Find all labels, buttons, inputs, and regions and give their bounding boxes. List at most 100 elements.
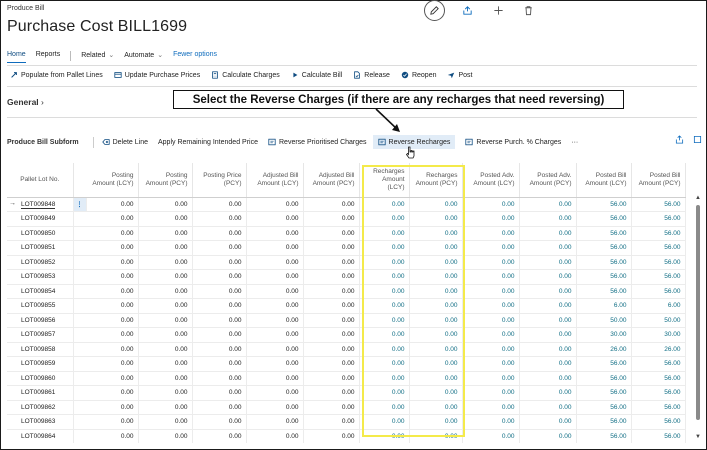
table-cell[interactable]: 0.00 [138, 313, 193, 328]
table-cell[interactable]: 0.00 [246, 371, 304, 386]
table-row[interactable]: LOT009857 0.00 0.00 0.00 0.00 0.00 0.00 0.00 0.0… [7, 327, 686, 343]
table-cell[interactable]: 0.00 [86, 284, 139, 299]
column-header[interactable]: Posting Price (PCY) [192, 163, 247, 198]
pallet-lot-link[interactable]: LOT009856 [21, 317, 55, 324]
table-cell[interactable]: 0.00 [409, 284, 463, 299]
column-header[interactable]: Adjusted Bill Amount (LCY) [246, 163, 304, 198]
table-row[interactable]: LOT009864 0.00 0.00 0.00 0.00 0.00 0.00 0.00 0.0… [7, 429, 686, 443]
column-header[interactable]: Posted Adv. Amount (PCY) [519, 163, 577, 198]
table-cell[interactable]: 0.00 [519, 414, 577, 430]
table-cell[interactable]: 0.00 [86, 342, 139, 357]
table-cell[interactable]: 0.00 [359, 240, 410, 256]
table-cell[interactable]: 0.00 [192, 313, 247, 328]
table-cell[interactable]: 0.00 [192, 284, 247, 299]
table-cell[interactable]: 0.00 [192, 429, 247, 443]
table-cell[interactable]: 0.00 [359, 226, 410, 241]
table-cell[interactable]: 0.00 [462, 371, 520, 386]
pallet-lot-cell[interactable]: LOT009863 [7, 414, 74, 430]
table-cell[interactable]: 0.00 [519, 284, 577, 299]
table-cell[interactable]: 0.00 [192, 371, 247, 386]
table-cell[interactable]: 0.00 [303, 240, 360, 256]
table-cell[interactable]: 56.00 [576, 356, 632, 372]
table-cell[interactable]: 0.00 [192, 298, 247, 314]
calculate-charges-button[interactable]: Calculate Charges [211, 71, 280, 79]
table-cell[interactable]: 0.00 [303, 429, 360, 443]
table-cell[interactable]: 56.00 [631, 197, 686, 212]
edit-icon[interactable] [424, 0, 445, 21]
table-cell[interactable]: 0.00 [409, 414, 463, 430]
table-cell[interactable]: 0.00 [138, 342, 193, 357]
column-header[interactable]: Recharges Amount (PCY) [409, 163, 463, 198]
table-cell[interactable]: 0.00 [303, 269, 360, 285]
column-header-actions[interactable] [73, 163, 86, 198]
table-cell[interactable]: 0.00 [192, 240, 247, 256]
table-cell[interactable]: 0.00 [192, 327, 247, 343]
table-cell[interactable]: 0.00 [86, 327, 139, 343]
table-cell[interactable]: 56.00 [631, 414, 686, 430]
table-cell[interactable]: 0.00 [138, 371, 193, 386]
table-cell[interactable]: 56.00 [631, 356, 686, 372]
table-row[interactable]: LOT009851 0.00 0.00 0.00 0.00 0.00 0.00 0.00 0.0… [7, 240, 686, 256]
table-cell[interactable]: 0.00 [138, 327, 193, 343]
table-cell[interactable]: 0.00 [462, 313, 520, 328]
table-cell[interactable]: 0.00 [86, 313, 139, 328]
table-cell[interactable]: 0.00 [462, 356, 520, 372]
table-cell[interactable]: 30.00 [631, 327, 686, 343]
table-cell[interactable]: 0.00 [192, 197, 247, 212]
pallet-lot-link[interactable]: LOT009848 [21, 200, 56, 209]
table-cell[interactable]: 0.00 [519, 371, 577, 386]
table-cell[interactable]: 0.00 [246, 226, 304, 241]
apply-remaining-price-button[interactable]: Apply Remaining Intended Price [158, 139, 258, 146]
reverse-purch-charges-button[interactable]: Reverse Purch. % Charges [465, 138, 561, 146]
table-cell[interactable]: 56.00 [576, 284, 632, 299]
table-cell[interactable]: 0.00 [86, 385, 139, 401]
pallet-lot-cell[interactable]: LOT009850 [7, 226, 74, 241]
tab-related[interactable]: Related ⌄ [81, 51, 114, 63]
table-cell[interactable]: 0.00 [409, 385, 463, 401]
table-cell[interactable]: 0.00 [303, 226, 360, 241]
pallet-lot-link[interactable]: LOT009863 [21, 418, 55, 425]
table-cell[interactable]: 56.00 [631, 255, 686, 270]
table-cell[interactable]: 0.00 [519, 313, 577, 328]
table-cell[interactable]: 56.00 [631, 226, 686, 241]
table-cell[interactable]: 0.00 [303, 284, 360, 299]
table-cell[interactable]: 0.00 [519, 240, 577, 256]
scroll-thumb[interactable] [696, 205, 700, 420]
pallet-lot-cell[interactable]: LOT009852 [7, 255, 74, 270]
table-cell[interactable]: 0.00 [138, 429, 193, 443]
table-cell[interactable]: 50.00 [631, 313, 686, 328]
pallet-lot-cell[interactable]: LOT009853 [7, 269, 74, 285]
table-cell[interactable]: 0.00 [462, 414, 520, 430]
table-row[interactable]: LOT009861 0.00 0.00 0.00 0.00 0.00 0.00 0.00 0.0… [7, 385, 686, 401]
pallet-lot-link[interactable]: LOT009864 [21, 433, 55, 440]
table-cell[interactable]: 0.00 [192, 414, 247, 430]
table-cell[interactable]: 0.00 [246, 313, 304, 328]
pallet-lot-cell[interactable]: LOT009856 [7, 313, 74, 328]
expand-icon[interactable] [693, 135, 702, 144]
column-header[interactable]: Posted Adv. Amount (LCY) [462, 163, 520, 198]
pallet-lot-cell[interactable]: LOT009849 [7, 211, 74, 227]
add-icon[interactable] [488, 0, 508, 20]
table-cell[interactable]: 0.00 [462, 255, 520, 270]
table-cell[interactable]: 56.00 [576, 414, 632, 430]
column-header[interactable]: Posting Amount (PCY) [138, 163, 193, 198]
table-cell[interactable]: 0.00 [246, 255, 304, 270]
table-row[interactable]: LOT009860 0.00 0.00 0.00 0.00 0.00 0.00 0.00 0.0… [7, 371, 686, 386]
table-cell[interactable]: 0.00 [462, 284, 520, 299]
pallet-lot-cell[interactable]: LOT009861 [7, 385, 74, 401]
table-cell[interactable]: 0.00 [192, 255, 247, 270]
pallet-lot-link[interactable]: LOT009862 [21, 404, 55, 411]
table-cell[interactable]: 0.00 [519, 211, 577, 227]
pallet-lot-link[interactable]: LOT009858 [21, 346, 55, 353]
calculate-bill-button[interactable]: Calculate Bill [291, 71, 342, 79]
pallet-lot-cell[interactable]: LOT009858 [7, 342, 74, 357]
table-cell[interactable]: 0.00 [303, 356, 360, 372]
pallet-lot-link[interactable]: LOT009850 [21, 230, 55, 237]
table-cell[interactable]: 0.00 [462, 385, 520, 401]
table-cell[interactable]: 0.00 [409, 211, 463, 227]
table-cell[interactable]: 0.00 [246, 327, 304, 343]
table-cell[interactable]: 0.00 [519, 255, 577, 270]
table-cell[interactable]: 0.00 [86, 255, 139, 270]
table-cell[interactable]: 0.00 [138, 226, 193, 241]
table-cell[interactable]: 0.00 [409, 371, 463, 386]
